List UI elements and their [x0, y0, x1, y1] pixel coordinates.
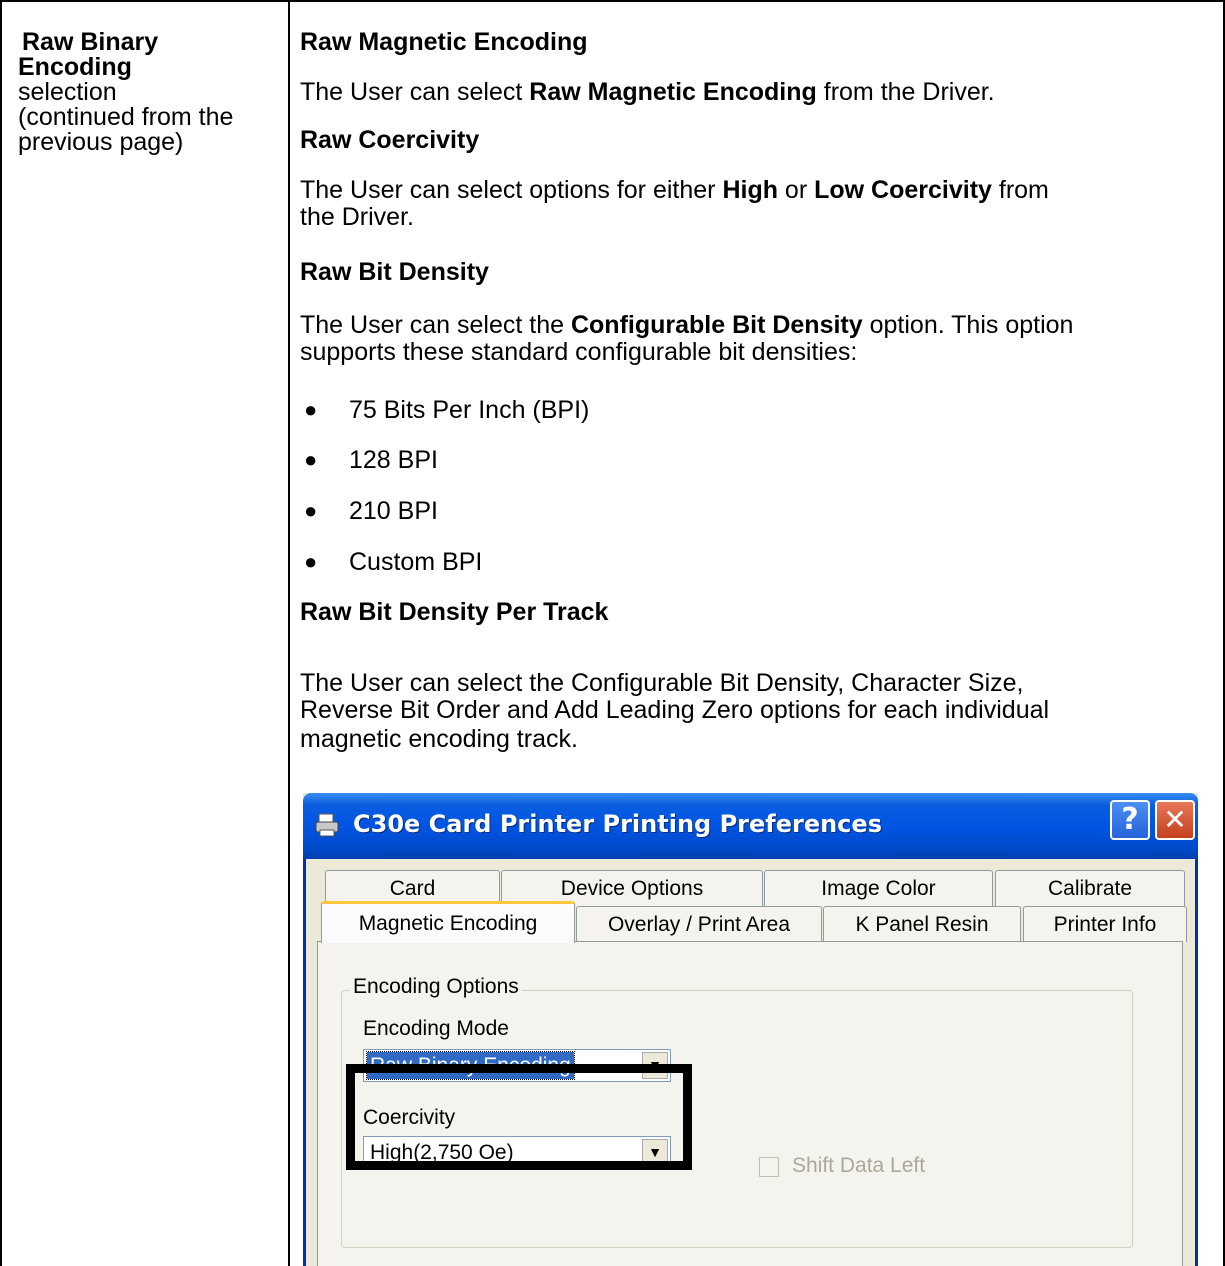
section-text-raw-bit-density-line2: supports these standard configurable bit…: [300, 338, 858, 366]
list-item-text: Custom BPI: [349, 548, 483, 576]
encoding-mode-label: Encoding Mode: [363, 1017, 509, 1040]
text-bold-segment: High: [722, 176, 778, 204]
text-segment: or: [777, 176, 815, 204]
section-heading-raw-magnetic-encoding: Raw Magnetic Encoding: [300, 28, 588, 56]
section-text-raw-magnetic-encoding: The User can select Raw Magnetic Encodin…: [300, 77, 995, 107]
tab-overlay-print-area[interactable]: Overlay / Print Area: [576, 906, 822, 942]
tab-printer-info[interactable]: Printer Info: [1023, 906, 1187, 942]
printing-preferences-dialog: C30e Card Printer Printing Preferences ?…: [303, 793, 1198, 1266]
left-cell: Raw Binary Encoding selection (continued…: [18, 30, 280, 155]
section-text-raw-coercivity-line2: the Driver.: [300, 203, 414, 231]
section-text-per-track-line3: magnetic encoding track.: [300, 725, 578, 753]
text-segment: The User can select the: [300, 311, 571, 339]
shift-data-left-label: Shift Data Left: [792, 1154, 926, 1177]
section-heading-raw-coercivity: Raw Coercivity: [300, 126, 480, 154]
help-button[interactable]: ?: [1110, 800, 1150, 840]
left-heading-line2: Encoding: [18, 53, 132, 81]
list-item-text: 75 Bits Per Inch (BPI): [349, 396, 590, 424]
tab-magnetic-encoding[interactable]: Magnetic Encoding: [321, 901, 575, 943]
bullet-icon: ●: [304, 397, 318, 422]
dialog-title: C30e Card Printer Printing Preferences: [353, 810, 882, 838]
text-segment: from the Driver.: [816, 78, 995, 106]
text-segment: from: [991, 176, 1049, 204]
left-heading-line1: Raw Binary: [22, 28, 159, 56]
close-button[interactable]: ✕: [1155, 800, 1195, 840]
section-text-raw-bit-density-line1: The User can select the Configurable Bit…: [300, 310, 1073, 340]
table-left-border: [0, 0, 2, 1266]
section-heading-raw-bit-density-per-track: Raw Bit Density Per Track: [300, 598, 609, 626]
tab-calibrate[interactable]: Calibrate: [995, 870, 1185, 906]
text-bold-segment: Configurable Bit Density: [570, 311, 863, 339]
text-bold-segment: Raw Magnetic Encoding: [529, 78, 817, 106]
tab-k-panel-resin[interactable]: K Panel Resin: [823, 906, 1021, 942]
table-top-border: [0, 0, 1225, 2]
bullet-icon: ●: [304, 447, 318, 472]
tab-image-color[interactable]: Image Color: [764, 870, 993, 906]
section-text-per-track-line2: Reverse Bit Order and Add Leading Zero o…: [300, 696, 1050, 724]
dialog-titlebar: C30e Card Printer Printing Preferences ?…: [303, 793, 1198, 859]
bullet-icon: ●: [304, 549, 318, 574]
left-text-line2: (continued from the: [18, 103, 234, 131]
left-text-line3: previous page): [18, 128, 184, 156]
text-segment: The User can select options for either: [300, 176, 723, 204]
text-bold-segment: Low Coercivity: [814, 176, 992, 204]
table-column-divider: [288, 0, 290, 1266]
section-text-raw-coercivity-line1: The User can select options for either H…: [300, 175, 1049, 205]
list-item-text: 210 BPI: [349, 497, 438, 525]
encoding-mode-highlight-box: [346, 1064, 692, 1170]
section-text-per-track-line1: The User can select the Configurable Bit…: [300, 669, 1024, 697]
shift-data-left-checkbox[interactable]: [759, 1157, 779, 1177]
text-segment: The User can select: [300, 78, 530, 106]
left-text-line1: selection: [18, 78, 117, 106]
list-item-text: 128 BPI: [349, 446, 438, 474]
printer-icon: [315, 813, 339, 837]
text-segment: option. This option: [862, 311, 1074, 339]
bullet-icon: ●: [304, 498, 318, 523]
section-heading-raw-bit-density: Raw Bit Density: [300, 258, 489, 286]
encoding-options-label: Encoding Options: [350, 975, 522, 999]
